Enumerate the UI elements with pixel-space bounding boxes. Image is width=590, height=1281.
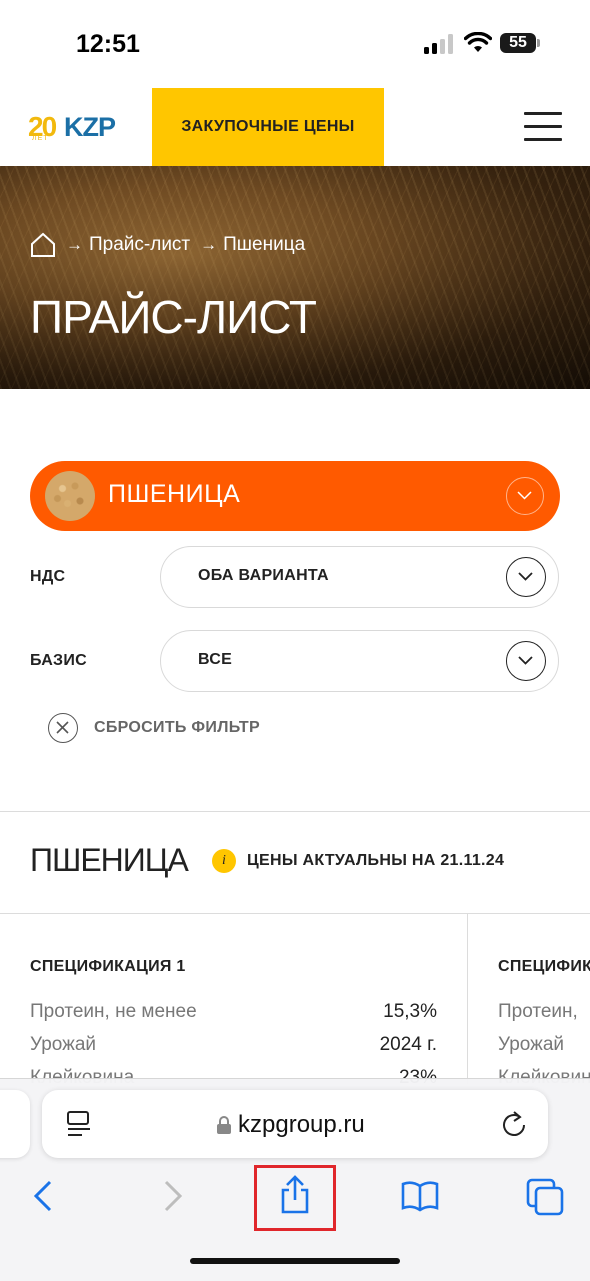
- url-text[interactable]: kzpgroup.ru: [238, 1111, 365, 1139]
- logo[interactable]: 20 ЛЕТ KZP: [28, 112, 124, 146]
- prices-date-note: ЦЕНЫ АКТУАЛЬНЫ НА 21.11.24: [247, 852, 505, 869]
- close-icon[interactable]: [48, 713, 78, 743]
- wifi-icon: [464, 32, 492, 52]
- basis-label: БАЗИС: [30, 652, 88, 669]
- info-icon: i: [212, 849, 236, 873]
- cellular-signal-icon: [424, 34, 454, 54]
- status-time: 12:51: [76, 30, 140, 58]
- spec-heading: СПЕЦИФИКАЦИЯ 1: [30, 958, 186, 975]
- reset-filter-button[interactable]: СБРОСИТЬ ФИЛЬТР: [94, 719, 260, 737]
- vat-select-value: ОБА ВАРИАНТА: [198, 567, 329, 584]
- spec-heading: СПЕЦИФИК: [498, 958, 590, 975]
- hero-overlay: [0, 166, 590, 389]
- battery-icon: 55: [500, 33, 536, 53]
- breadcrumb: → Прайс-лист → Пшеница: [30, 232, 305, 258]
- breadcrumb-arrow: →: [200, 235, 218, 254]
- breadcrumb-arrow: →: [66, 235, 83, 254]
- share-highlight: [254, 1165, 336, 1231]
- lock-icon: [217, 1116, 231, 1134]
- spec-row-label: Протеин,: [498, 1001, 578, 1022]
- spec-row-label: Протеин, не менее: [30, 1001, 197, 1022]
- forward-icon[interactable]: [160, 1180, 186, 1212]
- section-title: ПШЕНИЦА: [30, 842, 189, 878]
- page-title: ПРАЙС-ЛИСТ: [30, 291, 317, 343]
- divider: [0, 913, 590, 914]
- breadcrumb-price-list[interactable]: Прайс-лист: [89, 234, 190, 256]
- chevron-down-icon[interactable]: [506, 477, 544, 515]
- home-indicator: [190, 1258, 400, 1264]
- logo-sub: ЛЕТ: [32, 135, 49, 142]
- product-select-value: ПШЕНИЦА: [108, 480, 241, 508]
- chevron-down-icon[interactable]: [506, 641, 546, 681]
- basis-select-value: ВСЕ: [198, 651, 233, 668]
- battery-cap: [537, 39, 540, 47]
- spec-row-value: 15,3%: [383, 1001, 437, 1022]
- breadcrumb-wheat: Пшеница: [223, 234, 306, 255]
- chevron-down-icon[interactable]: [506, 557, 546, 597]
- vat-label: НДС: [30, 568, 66, 585]
- reload-icon[interactable]: [500, 1108, 528, 1138]
- page-menu-icon[interactable]: [66, 1110, 92, 1138]
- grain-icon: [45, 471, 95, 521]
- back-icon[interactable]: [30, 1180, 56, 1212]
- spec-row-value: 2024 г.: [379, 1034, 437, 1055]
- logo-brand: KZP: [64, 112, 116, 142]
- menu-icon[interactable]: [524, 112, 562, 142]
- previous-tab-card[interactable]: [0, 1090, 30, 1158]
- purchase-prices-button[interactable]: ЗАКУПОЧНЫЕ ЦЕНЫ: [152, 88, 384, 166]
- home-icon[interactable]: [30, 232, 56, 258]
- column-divider: [467, 914, 468, 1084]
- spec-row-label: Урожай: [498, 1034, 565, 1055]
- divider: [0, 811, 590, 812]
- tabs-icon[interactable]: [526, 1178, 564, 1216]
- spec-row-label: Урожай: [30, 1034, 97, 1055]
- bookmarks-icon[interactable]: [400, 1180, 440, 1212]
